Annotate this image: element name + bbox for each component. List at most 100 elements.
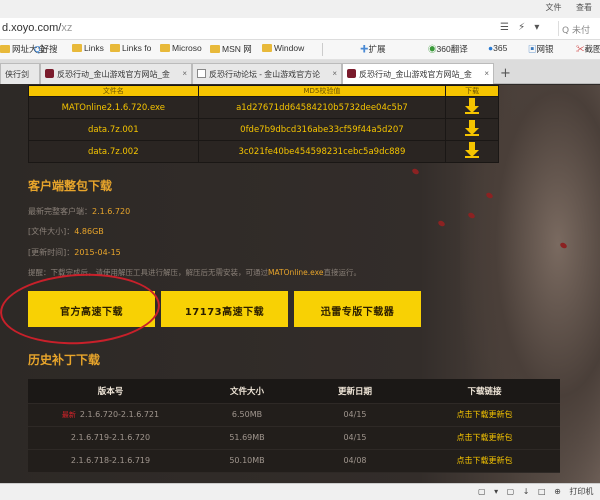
- bookmark-item[interactable]: MSN 网: [210, 43, 252, 55]
- search-input[interactable]: Q 未付: [558, 21, 600, 36]
- bookmark-label: 网银: [536, 44, 554, 54]
- file-md5: 3c021fe40be454598231cebc5a9dc889: [197, 140, 447, 163]
- table-header-row: 文件名 MD5校验值 下载: [28, 85, 499, 97]
- bookmark-label: 360翻译: [436, 44, 468, 54]
- lightning-icon[interactable]: ⚡: [518, 22, 525, 33]
- client-date: [更新时间]：2015-04-15: [28, 247, 121, 258]
- info-value: 4.86GB: [74, 227, 104, 236]
- close-icon[interactable]: ×: [332, 69, 337, 78]
- address-bar: d.xoyo.com/xz ☰ ⚡ ▾ Q 未付: [0, 18, 600, 40]
- petal-decoration: [437, 219, 446, 228]
- close-icon[interactable]: ×: [182, 69, 187, 78]
- highlight-circle: [0, 269, 162, 349]
- patch-download-link[interactable]: 点击下载更新包: [409, 426, 560, 450]
- taskbar-items: ▢ ▾ ▢ ↓ □ ⊕ 打印机 ▭: [478, 486, 600, 497]
- bookmark-item[interactable]: ✚扩展: [360, 43, 386, 55]
- table-row: data.7z.002 3c021fe40be454598231cebc5a9d…: [28, 140, 499, 163]
- download-arrow-icon[interactable]: [445, 118, 499, 141]
- bookmark-item[interactable]: Window: [262, 43, 304, 53]
- folder-icon: [72, 44, 82, 52]
- bookmarks-bar: 网址大全 Q好搜 Links Links fo Microso MSN 网 Wi…: [0, 40, 600, 60]
- chevron-down-icon[interactable]: ▾: [494, 487, 498, 496]
- notice-text: 直接运行。: [323, 268, 361, 277]
- file-name: MATOnline2.1.6.720.exe: [28, 96, 199, 119]
- table-row: 最新 2.1.6.720-2.1.6.721 6.50MB 04/15 点击下载更…: [28, 403, 560, 427]
- patch-table: 版本号 文件大小 更新日期 下载链接 最新 2.1.6.720-2.1.6.721…: [28, 379, 560, 473]
- bookmark-label: 截图: [584, 44, 600, 54]
- window-icon[interactable]: □: [538, 487, 546, 496]
- version-text: 2.1.6.720-2.1.6.721: [79, 409, 160, 419]
- table-row: MATOnline2.1.6.720.exe a1d27671dd6458421…: [28, 96, 499, 119]
- column-header: MD5校验值: [197, 85, 447, 97]
- mirror-17173-download-button[interactable]: 17173高速下载: [161, 291, 288, 327]
- bookmark-divider: [322, 43, 323, 56]
- download-icon[interactable]: ↓: [523, 487, 530, 496]
- bookmark-item[interactable]: ●365: [488, 43, 507, 53]
- patch-section-title: 历史补丁下载: [28, 353, 101, 367]
- notice-exe: MATOnline.exe: [268, 268, 324, 277]
- tab-item[interactable]: 反恐行动论坛 - 金山游戏官方论 ×: [192, 63, 342, 84]
- url-host: d.xoyo.com/: [2, 22, 62, 34]
- file-name: data.7z.001: [28, 118, 199, 141]
- table-row: 2.1.6.718-2.1.6.719 50.10MB 04/08 点击下载更新…: [28, 449, 560, 473]
- client-section-title: 客户端整包下载: [28, 179, 113, 193]
- tab-item[interactable]: 侠行剑: [0, 63, 40, 84]
- list-icon[interactable]: ☰: [500, 22, 509, 33]
- petal-decoration: [411, 167, 420, 176]
- patch-download-link[interactable]: 点击下载更新包: [409, 403, 560, 427]
- folder-icon: [110, 44, 120, 52]
- file-md5: 0fde7b9dbcd316abe33cf59f44a5d207: [197, 118, 447, 141]
- address-tools: ☰ ⚡ ▾: [500, 22, 545, 33]
- bookmark-item[interactable]: ◉360翻译: [428, 43, 468, 55]
- patch-date: 04/08: [301, 449, 409, 473]
- bookmark-item[interactable]: Microso: [160, 43, 202, 53]
- bookmark-label: 好搜: [40, 44, 58, 54]
- folder-icon: [160, 44, 170, 52]
- patch-size: 6.50MB: [193, 403, 301, 427]
- menu-file[interactable]: 文件: [545, 3, 561, 12]
- file-table: 文件名 MD5校验值 下载 MATOnline2.1.6.720.exe a1d…: [28, 85, 499, 163]
- tab-label: 反恐行动论坛 - 金山游戏官方论: [209, 70, 321, 79]
- printer-label[interactable]: 打印机: [569, 487, 593, 496]
- patch-date: 04/15: [301, 426, 409, 450]
- window-icon[interactable]: ▢: [478, 487, 486, 496]
- bookmark-label: Microso: [172, 43, 202, 53]
- tab-item[interactable]: 反恐行动_金山游戏官方网站_金 ×: [40, 63, 192, 84]
- new-badge: 最新: [61, 410, 76, 419]
- thunder-downloader-button[interactable]: 迅雷专版下载器: [294, 291, 421, 327]
- patch-version: 2.1.6.719-2.1.6.720: [28, 426, 193, 450]
- chevron-down-icon[interactable]: ▾: [534, 22, 539, 33]
- file-name: data.7z.002: [28, 140, 199, 163]
- table-header-row: 版本号 文件大小 更新日期 下载链接: [28, 379, 560, 404]
- tab-item-active[interactable]: 反恐行动_金山游戏官方网站_金 ×: [342, 63, 494, 84]
- close-icon[interactable]: ×: [484, 69, 489, 78]
- info-label: [更新时间]：: [28, 248, 75, 257]
- bookmark-label: 扩展: [368, 44, 386, 54]
- menu-view[interactable]: 查看: [576, 3, 592, 12]
- network-icon[interactable]: ⊕: [554, 487, 561, 496]
- download-arrow-icon[interactable]: [445, 96, 499, 119]
- patch-size: 51.69MB: [193, 426, 301, 450]
- bookmark-item[interactable]: Links: [72, 43, 104, 53]
- column-header: 文件名: [28, 85, 199, 97]
- tab-label: 反恐行动_金山游戏官方网站_金: [359, 70, 472, 79]
- bookmark-item[interactable]: Links fo: [110, 43, 151, 53]
- patch-size: 50.10MB: [193, 449, 301, 473]
- patch-download-link[interactable]: 点击下载更新包: [409, 449, 560, 473]
- url-field[interactable]: d.xoyo.com/xz: [2, 22, 72, 34]
- column-header: 下载: [445, 85, 499, 97]
- game-logo-icon: [45, 69, 54, 78]
- url-path: xz: [61, 22, 73, 34]
- bookmark-label: Links: [84, 43, 104, 53]
- bookmark-item[interactable]: ▣网银: [528, 43, 554, 55]
- bookmark-item[interactable]: Q好搜: [34, 43, 58, 55]
- download-arrow-icon[interactable]: [445, 140, 499, 163]
- patch-version: 2.1.6.718-2.1.6.719: [28, 449, 193, 473]
- page-icon: [197, 69, 206, 78]
- new-tab-button[interactable]: +: [500, 66, 511, 81]
- window-titlebar: 文件 查看: [0, 0, 600, 18]
- info-value: 2.1.6.720: [92, 207, 131, 216]
- bookmark-label: 365: [493, 43, 508, 53]
- window-icon[interactable]: ▢: [507, 487, 515, 496]
- bookmark-item[interactable]: ✂截图: [576, 43, 600, 55]
